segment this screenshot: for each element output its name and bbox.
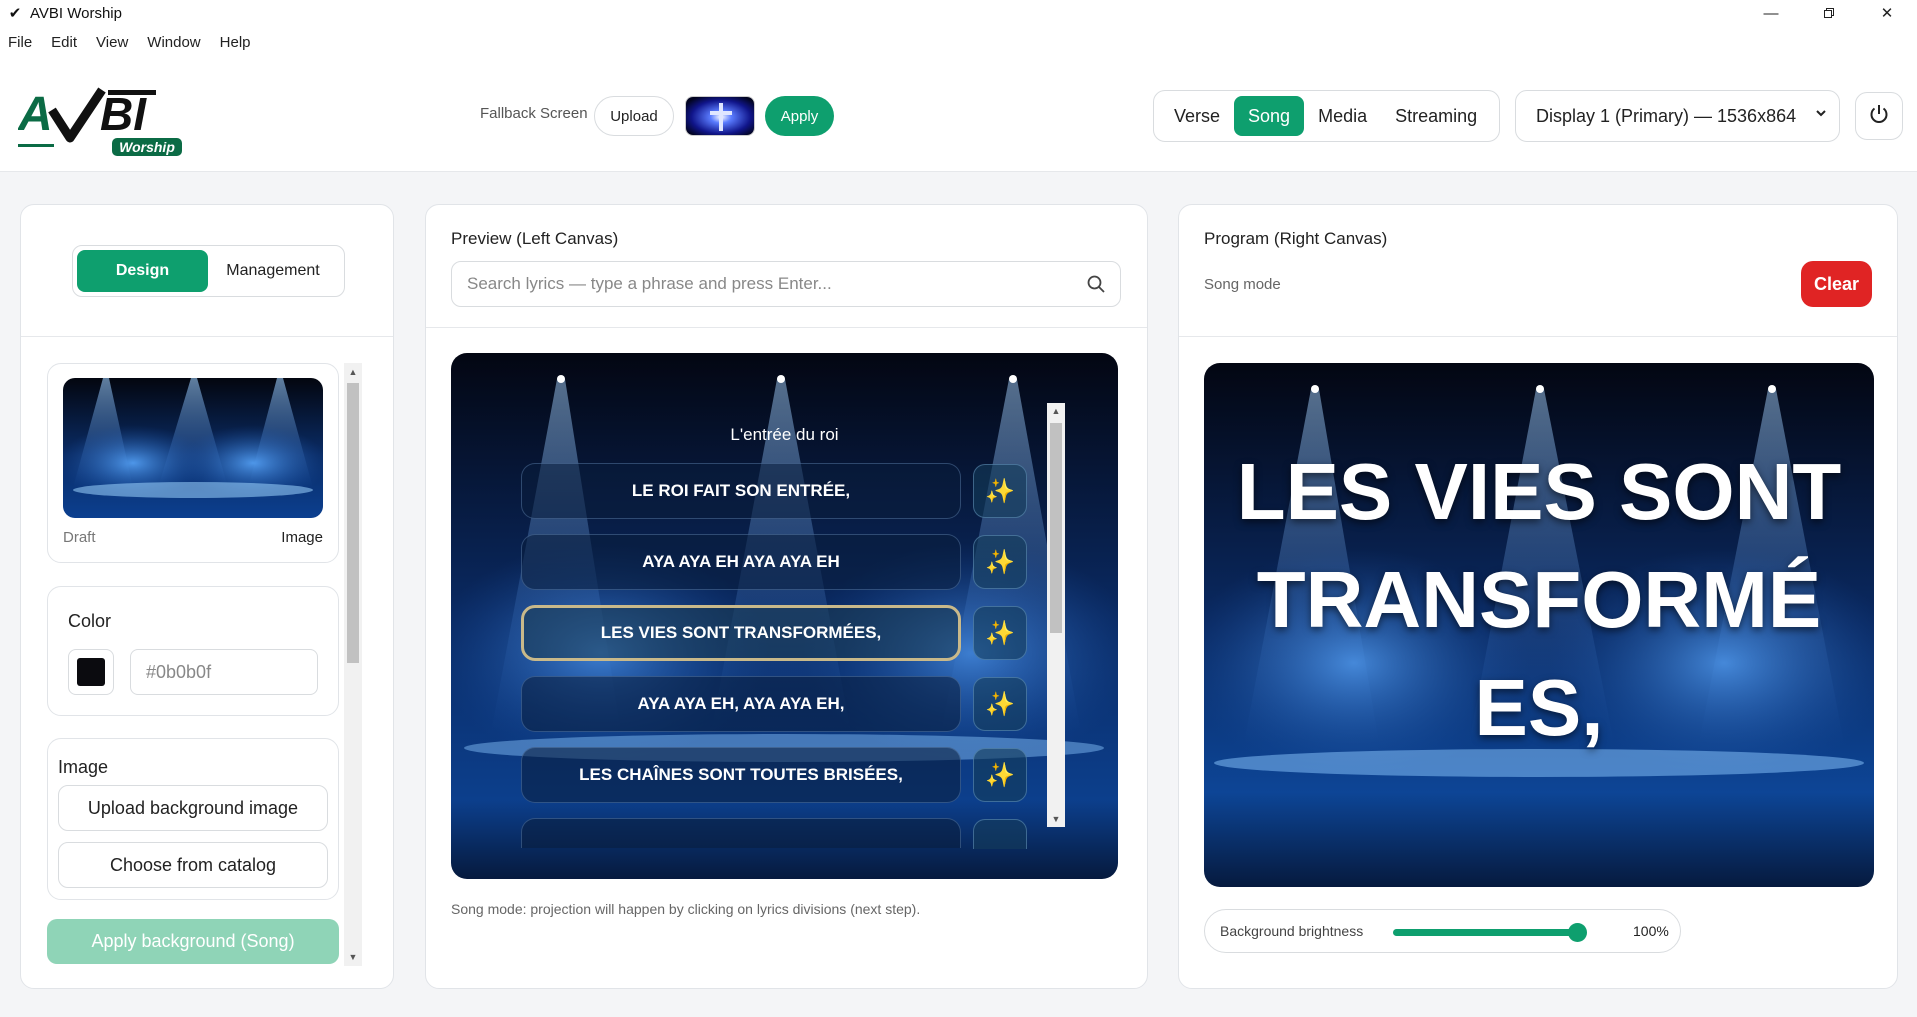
menu-window[interactable]: Window	[147, 34, 200, 51]
menu-view[interactable]: View	[96, 34, 128, 51]
design-management-switch: Design Management	[72, 245, 345, 297]
sparkle-icon[interactable]: ✨	[973, 677, 1027, 731]
program-panel: Program (Right Canvas) Song mode Clear L…	[1178, 204, 1898, 989]
brightness-label: Background brightness	[1220, 923, 1364, 939]
scroll-up-arrow-icon[interactable]: ▲	[348, 367, 358, 377]
clear-button[interactable]: Clear	[1801, 261, 1872, 307]
panel-divider	[1179, 336, 1897, 337]
color-swatch-button[interactable]	[68, 649, 114, 695]
brightness-slider-handle[interactable]	[1568, 923, 1587, 942]
apply-background-button[interactable]: Apply background (Song)	[47, 919, 339, 964]
mode-tab-song[interactable]: Song	[1234, 96, 1305, 136]
scroll-down-arrow-icon[interactable]: ▼	[348, 952, 358, 962]
menu-file[interactable]: File	[8, 34, 32, 51]
program-line: LES VIES SONT	[1236, 447, 1842, 536]
mode-tab-media[interactable]: Media	[1304, 96, 1381, 136]
lyrics-scrollbar[interactable]: ▲ ▼	[1047, 403, 1065, 827]
search-placeholder: Search lyrics — type a phrase and press …	[467, 274, 832, 293]
left-panel-scrollbar[interactable]: ▲ ▼	[344, 363, 362, 966]
display-select-value: Display 1 (Primary) — 1536x864	[1536, 105, 1797, 126]
mode-tab-streaming[interactable]: Streaming	[1381, 96, 1491, 136]
minimize-button[interactable]: —	[1748, 0, 1794, 26]
program-title: Program (Right Canvas)	[1204, 229, 1388, 248]
image-label: Image	[58, 757, 109, 777]
tab-management[interactable]: Management	[208, 250, 338, 292]
upload-background-button[interactable]: Upload background image	[58, 785, 328, 831]
sparkle-icon[interactable]: ✨	[973, 464, 1027, 518]
menu-help[interactable]: Help	[220, 34, 251, 51]
scroll-up-arrow-icon[interactable]: ▲	[1051, 406, 1061, 416]
scrollbar-thumb[interactable]	[1050, 423, 1062, 633]
song-mode-hint: Song mode: projection will happen by cli…	[451, 901, 921, 917]
chevron-down-icon	[1815, 106, 1827, 122]
sparkle-icon[interactable]: ✨	[973, 748, 1027, 802]
lyric-division-partial[interactable]	[521, 818, 961, 848]
brightness-slider-fill	[1393, 929, 1578, 936]
app-header: A BI Worship Fallback Screen Upload Appl…	[0, 58, 1917, 172]
draft-label: Draft	[63, 529, 96, 546]
brightness-value: 100%	[1633, 923, 1669, 939]
app-check-icon: ✔	[8, 5, 22, 22]
preview-title: Preview (Left Canvas)	[451, 229, 619, 248]
draft-thumbnail	[63, 378, 323, 518]
brightness-slider[interactable]	[1393, 923, 1587, 942]
program-lyric-text: LES VIES SONT TRANSFORMÉ ES,	[1204, 438, 1874, 762]
title-bar: ✔ AVBI Worship — ✕	[0, 0, 1917, 26]
maximize-button[interactable]	[1806, 0, 1852, 26]
lyric-division-active[interactable]: LES VIES SONT TRANSFORMÉES,	[521, 605, 961, 661]
fallback-thumbnail[interactable]	[685, 96, 755, 136]
sparkle-icon[interactable]	[973, 819, 1027, 849]
design-panel: Design Management Draft Image Color #0b0…	[20, 204, 394, 989]
program-canvas: LES VIES SONT TRANSFORMÉ ES,	[1204, 363, 1874, 887]
draft-type: Image	[281, 529, 323, 546]
lyric-division[interactable]: LES CHAÎNES SONT TOUTES BRISÉES,	[521, 747, 961, 803]
mode-switcher: Verse Song Media Streaming	[1153, 90, 1500, 142]
svg-text:BI: BI	[100, 88, 147, 140]
scrollbar-thumb[interactable]	[347, 383, 359, 663]
display-select[interactable]: Display 1 (Primary) — 1536x864	[1515, 90, 1840, 142]
panel-divider	[21, 336, 393, 337]
svg-text:A: A	[18, 88, 53, 141]
menu-bar: File Edit View Window Help	[0, 26, 1917, 58]
preview-canvas: L'entrée du roi LE ROI FAIT SON ENTRÉE, …	[451, 353, 1118, 879]
menu-edit[interactable]: Edit	[51, 34, 77, 51]
lyric-division[interactable]: AYA AYA EH AYA AYA EH	[521, 534, 961, 590]
restore-icon	[1824, 8, 1834, 18]
program-line: TRANSFORMÉ	[1256, 555, 1822, 644]
fallback-screen-label: Fallback Screen	[480, 105, 588, 122]
window-title: AVBI Worship	[30, 4, 122, 22]
color-card: Color #0b0b0f	[47, 586, 339, 716]
svg-text:Worship: Worship	[119, 139, 175, 155]
preview-panel: Preview (Left Canvas) Search lyrics — ty…	[425, 204, 1148, 989]
power-button[interactable]	[1855, 92, 1903, 140]
program-mode-label: Song mode	[1204, 276, 1281, 293]
lyric-division[interactable]: LE ROI FAIT SON ENTRÉE,	[521, 463, 961, 519]
image-card: Image Upload background image Choose fro…	[47, 738, 339, 900]
scroll-down-arrow-icon[interactable]: ▼	[1051, 814, 1061, 824]
mode-tab-verse[interactable]: Verse	[1160, 96, 1234, 136]
color-label: Color	[68, 611, 112, 631]
avbi-logo: A BI Worship	[17, 86, 188, 156]
panel-divider	[426, 327, 1147, 328]
power-icon	[1868, 103, 1890, 130]
song-title: L'entrée du roi	[730, 425, 839, 444]
sparkle-icon[interactable]: ✨	[973, 535, 1027, 589]
color-swatch	[77, 658, 105, 686]
lyrics-search-input[interactable]: Search lyrics — type a phrase and press …	[451, 261, 1121, 307]
choose-from-catalog-button[interactable]: Choose from catalog	[58, 842, 328, 888]
draft-card[interactable]: Draft Image	[47, 363, 339, 563]
tab-design[interactable]: Design	[77, 250, 208, 292]
search-icon[interactable]	[1086, 274, 1106, 299]
program-line: ES,	[1474, 663, 1604, 752]
brightness-control: Background brightness 100%	[1204, 909, 1681, 953]
color-hex-input[interactable]: #0b0b0f	[130, 649, 318, 695]
close-button[interactable]: ✕	[1864, 0, 1910, 26]
fallback-apply-button[interactable]: Apply	[765, 96, 834, 136]
lyric-division[interactable]: AYA AYA EH, AYA AYA EH,	[521, 676, 961, 732]
sparkle-icon[interactable]: ✨	[973, 606, 1027, 660]
fallback-upload-button[interactable]: Upload	[594, 96, 674, 136]
